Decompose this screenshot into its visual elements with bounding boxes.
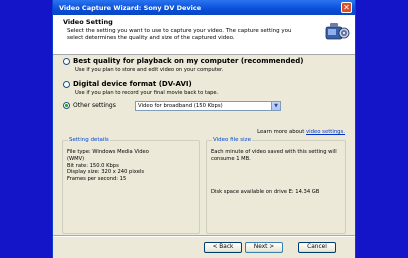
detail-line: Bit rate: 150.0 Kbps	[67, 162, 119, 169]
detail-line: Display size: 320 x 240 pixels	[67, 169, 145, 176]
radio-best-quality[interactable]	[63, 57, 70, 65]
radio-other-settings[interactable]	[63, 102, 70, 109]
option-dv-avi-hint: Use if you plan to record your final mov…	[75, 90, 219, 96]
file-size-text: Each minute of video saved with this set…	[211, 149, 337, 162]
close-button[interactable]: ✕	[341, 2, 352, 13]
file-size-title: Video file size	[212, 137, 252, 143]
setting-details-body: File type: Windows Media Video (WMV) Bit…	[67, 149, 196, 183]
file-size-group: Video file size Each minute of video sav…	[206, 137, 346, 234]
divider	[53, 235, 355, 237]
detail-line: File type: Windows Media Video	[67, 149, 149, 155]
option-dv-avi-label: Digital device format (DV-AVI)	[73, 80, 192, 88]
option-best-quality[interactable]: Best quality for playback on my computer…	[63, 57, 304, 65]
option-dv-avi[interactable]: Digital device format (DV-AVI)	[63, 80, 192, 88]
setting-details-title: Setting details	[68, 137, 110, 143]
radio-dv-avi[interactable]	[63, 80, 70, 88]
title-bar: Video Capture Wizard: Sony DV Device ✕	[53, 0, 355, 15]
learn-more-prefix: Learn more about	[257, 129, 305, 135]
page-title: Video Setting	[63, 18, 113, 26]
back-button[interactable]: < Back	[204, 242, 242, 253]
disk-space-text: Disk space available on drive E: 14.34 G…	[211, 188, 320, 195]
detail-line: Frames per second: 15	[67, 176, 127, 182]
option-best-quality-label: Best quality for playback on my computer…	[73, 57, 304, 65]
option-best-quality-hint: Use if you plan to store and edit video …	[75, 67, 224, 73]
setting-details-group: Setting details File type: Windows Media…	[62, 137, 200, 234]
wizard-window: Video Capture Wizard: Sony DV Device ✕ V…	[52, 0, 356, 258]
option-other-settings-label: Other settings	[73, 102, 116, 109]
other-settings-select-value: Video for broadband (150 Kbps)	[138, 103, 223, 109]
detail-line: (WMV)	[67, 155, 85, 162]
page-description: Select the setting you want to use to ca…	[67, 28, 292, 41]
wizard-header: Video Setting Select the setting you wan…	[53, 15, 355, 55]
camcorder-icon	[325, 23, 350, 40]
video-settings-link[interactable]: video settings.	[306, 129, 345, 135]
cancel-button[interactable]: Cancel	[298, 242, 336, 253]
file-size-body: Each minute of video saved with this set…	[211, 149, 342, 195]
learn-more: Learn more about video settings.	[257, 129, 345, 135]
chevron-down-icon[interactable]: ▼	[271, 102, 280, 110]
next-button[interactable]: Next >	[245, 242, 283, 253]
window-title: Video Capture Wizard: Sony DV Device	[59, 3, 202, 12]
other-settings-select[interactable]: Video for broadband (150 Kbps) ▼	[135, 101, 281, 111]
option-other-settings[interactable]: Other settings	[63, 102, 116, 109]
